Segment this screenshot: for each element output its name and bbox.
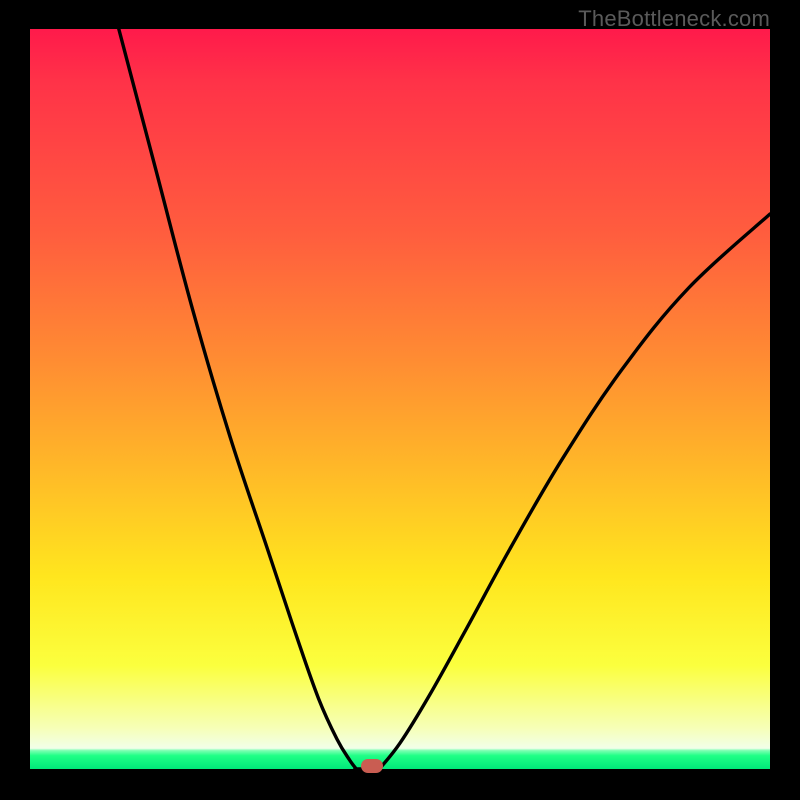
outer-frame: TheBottleneck.com bbox=[0, 0, 800, 800]
bottleneck-curve bbox=[119, 29, 770, 771]
bottleneck-curve-svg bbox=[30, 29, 770, 769]
plot-area bbox=[30, 29, 770, 769]
min-marker bbox=[361, 759, 383, 773]
